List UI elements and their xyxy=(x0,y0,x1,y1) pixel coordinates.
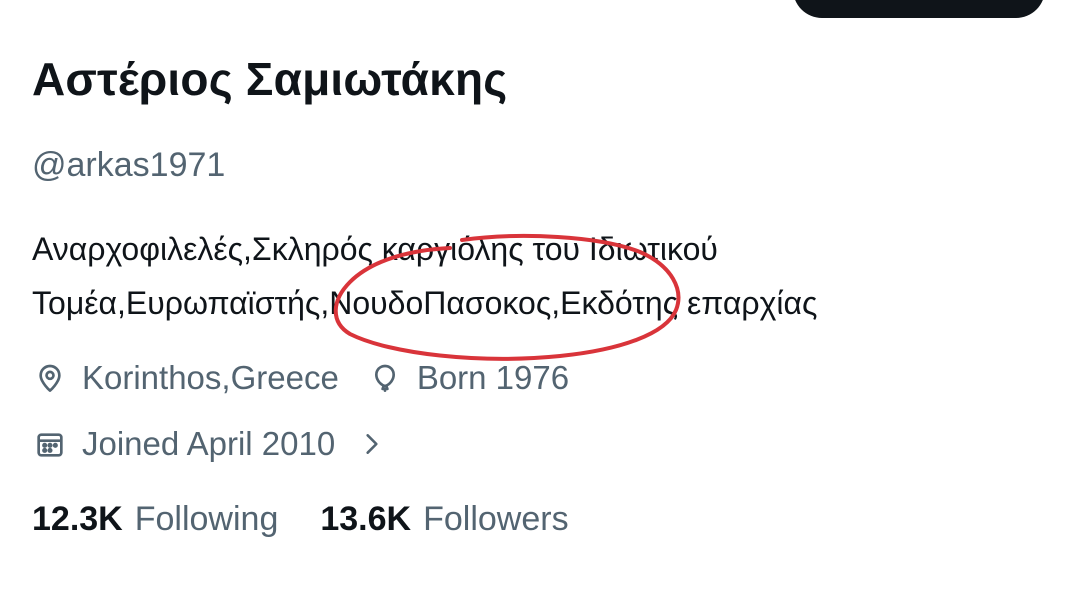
location-pin-icon xyxy=(32,360,68,396)
location-text: Korinthos,Greece xyxy=(82,359,339,396)
following-count: 12.3K xyxy=(32,500,123,538)
profile-bio: Αναρχοφιλελές,Σκληρός καργιόλης του Ιδιω… xyxy=(32,231,818,321)
balloon-icon xyxy=(367,360,403,396)
joined-row[interactable]: Joined April 2010 xyxy=(32,420,385,468)
following-link[interactable]: 12.3K Following xyxy=(32,500,278,539)
display-name: Αστέριος Σαμιωτάκης xyxy=(32,53,508,105)
followers-link[interactable]: 13.6K Followers xyxy=(320,500,568,539)
followers-label: Followers xyxy=(423,500,569,538)
profile-action-button[interactable] xyxy=(793,0,1045,18)
birth-text: Born 1976 xyxy=(416,359,570,396)
followers-count: 13.6K xyxy=(320,500,412,538)
calendar-icon xyxy=(32,426,68,462)
follow-stats: 12.3K Following 13.6K Followers xyxy=(32,500,611,539)
user-handle: @arkas1971 xyxy=(32,146,226,184)
chevron-right-icon[interactable] xyxy=(359,431,385,457)
joined-text: Joined April 2010 xyxy=(82,425,336,462)
profile-meta-row: Korinthos,Greece Born 1976 xyxy=(32,354,569,402)
following-label: Following xyxy=(134,500,279,538)
